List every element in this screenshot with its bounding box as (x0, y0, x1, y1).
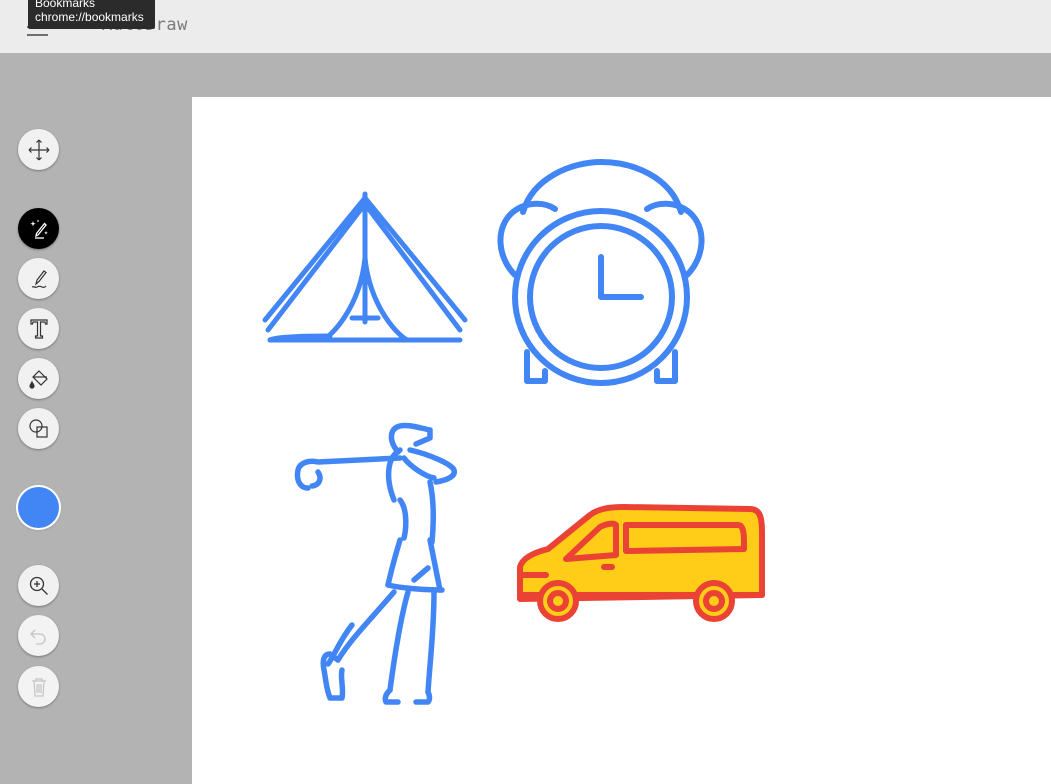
shapes-icon (28, 418, 48, 438)
pencil-icon (31, 269, 47, 288)
zoom-tool-button[interactable] (18, 565, 59, 606)
text-t-icon (29, 318, 48, 339)
undo-icon (29, 629, 46, 645)
bookmarks-tooltip: Bookmarks chrome://bookmarks (28, 0, 155, 29)
autodraw-tool-button[interactable] (18, 208, 59, 249)
type-tool-button[interactable] (18, 308, 59, 349)
golfer-drawing[interactable] (290, 420, 465, 710)
undo-button[interactable] (18, 615, 59, 656)
tent-drawing[interactable] (260, 188, 470, 348)
fill-tool-button[interactable] (18, 358, 59, 399)
alarm-clock-drawing[interactable] (493, 157, 709, 387)
autodraw-sparkle-pencil-icon (29, 219, 48, 239)
trash-icon (31, 677, 46, 697)
paint-bucket-icon (28, 369, 48, 389)
app-header: AutoDraw (0, 0, 1051, 53)
draw-tool-button[interactable] (18, 258, 59, 299)
delete-button[interactable] (18, 666, 59, 707)
color-picker-swatch[interactable] (18, 487, 59, 528)
shape-tool-button[interactable] (18, 408, 59, 449)
zoom-in-icon (29, 576, 48, 595)
move-arrows-icon (28, 139, 49, 160)
move-tool-button[interactable] (18, 129, 59, 170)
tooltip-url: chrome://bookmarks (35, 10, 144, 24)
van-drawing[interactable] (512, 503, 772, 628)
tooltip-title: Bookmarks (35, 0, 96, 10)
